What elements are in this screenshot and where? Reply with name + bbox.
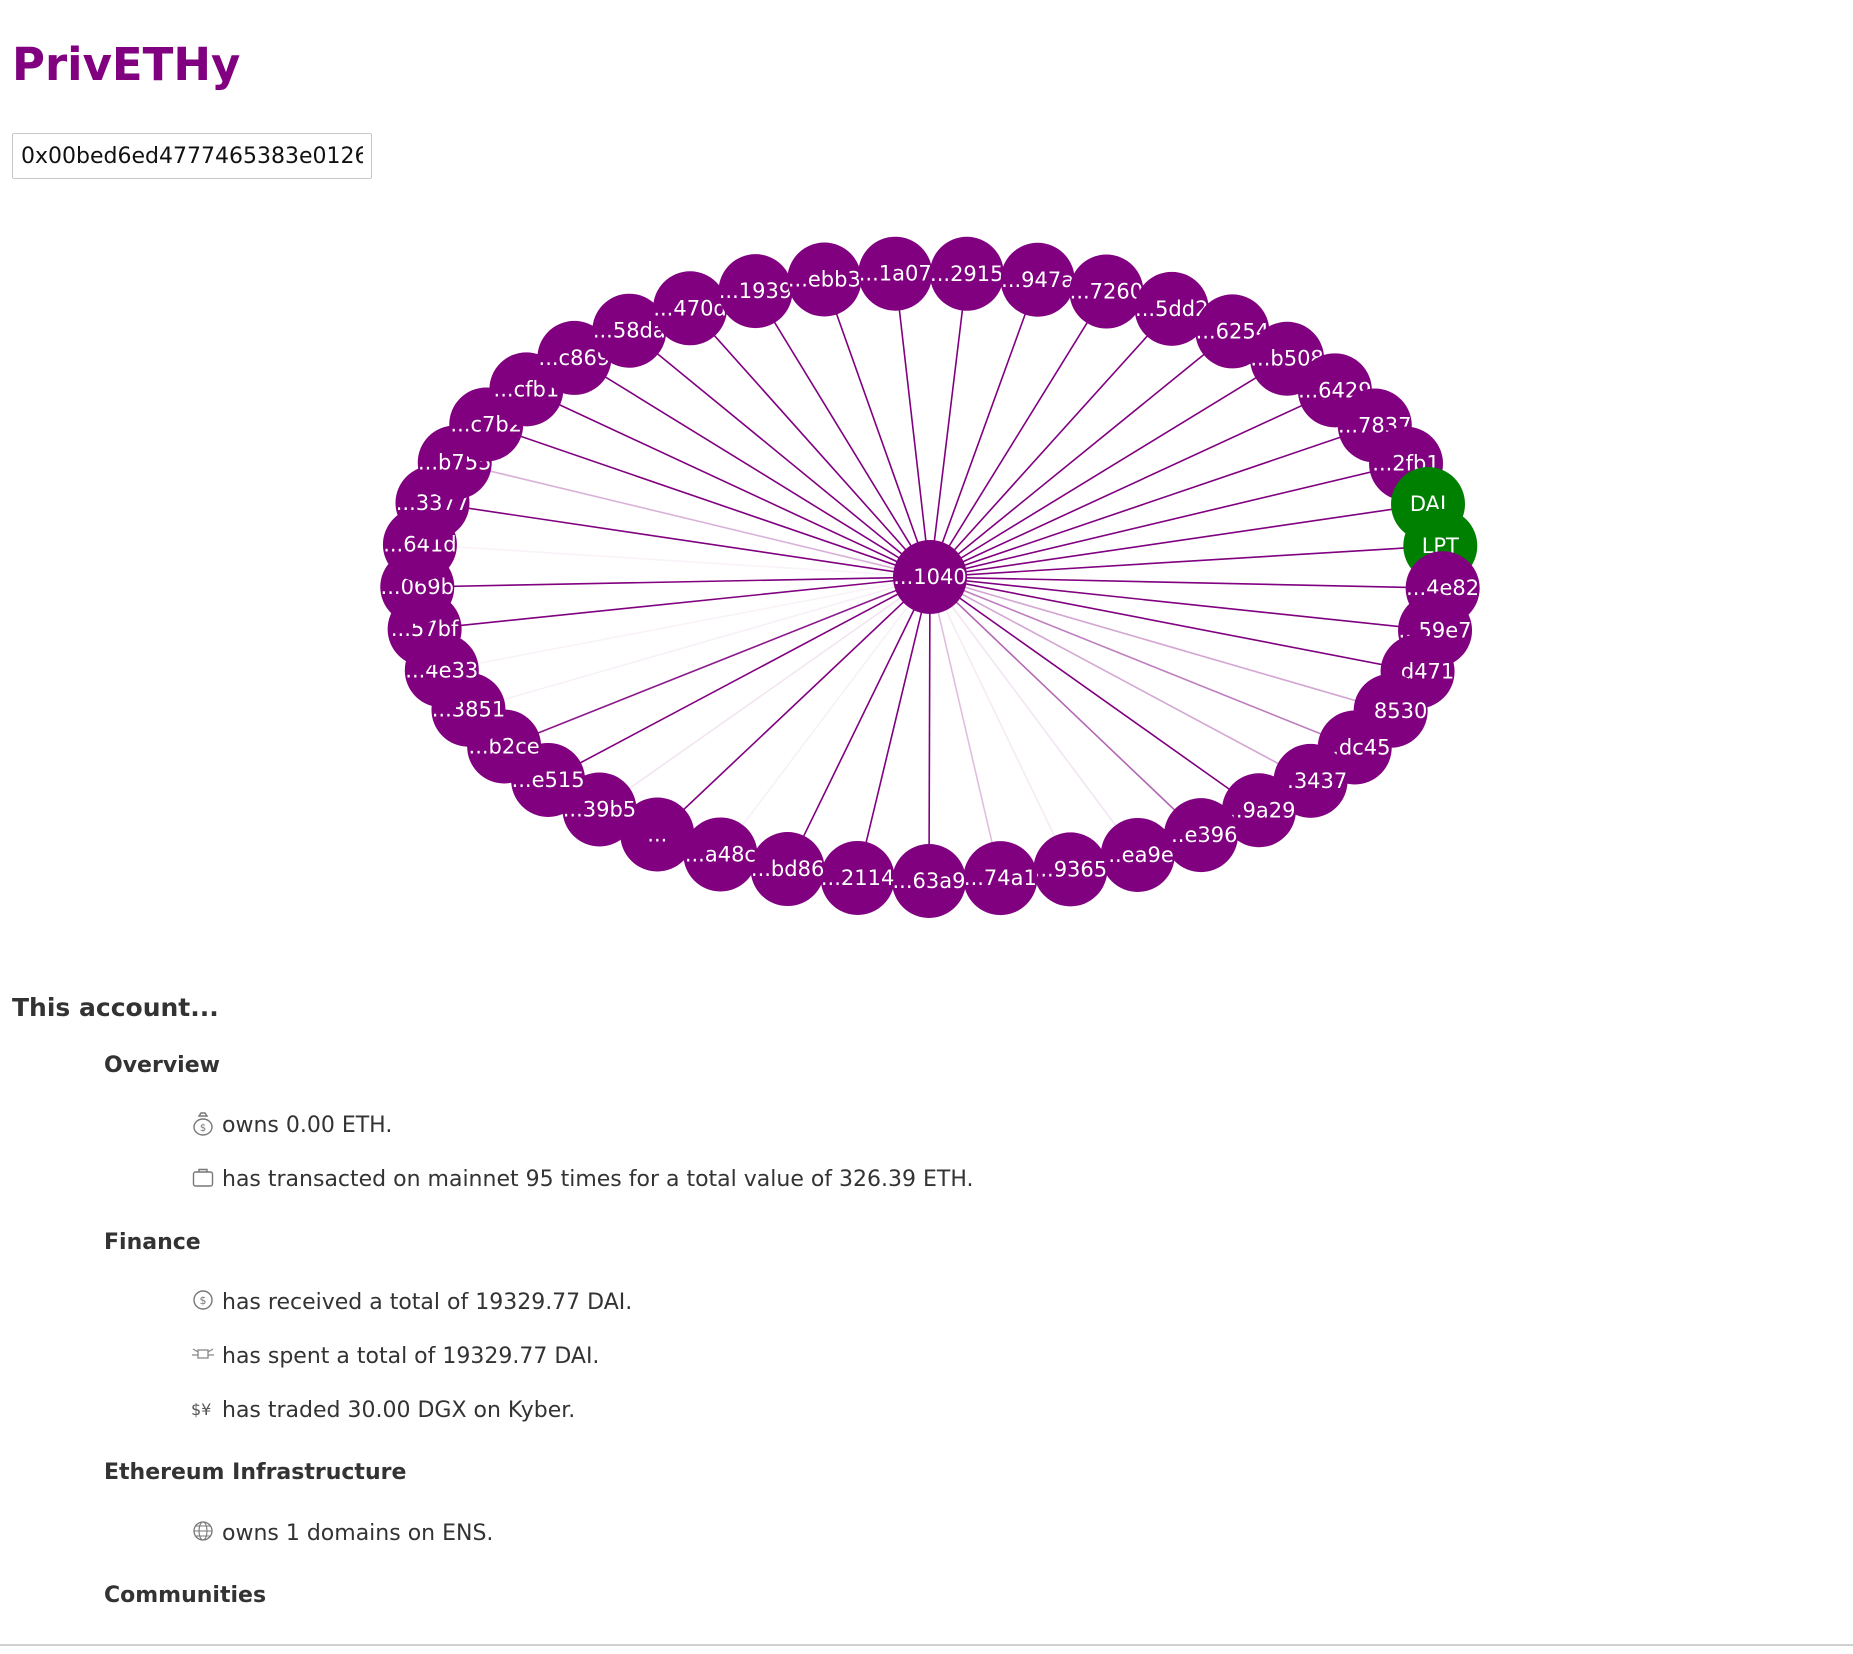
node-label: ...e396: [1164, 823, 1237, 847]
svg-text:$¥: $¥: [191, 1400, 211, 1419]
fact-mainnet-transactions: has transacted on mainnet 95 times for a…: [190, 1166, 974, 1192]
graph-edge: [929, 330, 1233, 578]
fact-dai-received: $ has received a total of 19329.77 DAI.: [190, 1289, 632, 1315]
node-label: ...947a: [1001, 268, 1074, 292]
account-node[interactable]: ...bd86: [750, 832, 825, 907]
node-label: ...1939: [719, 279, 792, 303]
account-node[interactable]: ...1939: [718, 254, 793, 329]
node-label: ...2915: [930, 262, 1003, 286]
graph-edge: [929, 576, 1436, 632]
node-label: ...a48c: [685, 842, 756, 866]
graph-edge: [929, 308, 1173, 578]
graph-edge: [929, 576, 1260, 811]
graph-edge: [573, 357, 931, 578]
graph-edge: [547, 576, 931, 781]
graph-edge: [929, 576, 1002, 879]
graph-edge: [441, 576, 931, 672]
account-node[interactable]: ...e396: [1163, 798, 1238, 873]
graph-edge: [929, 358, 1288, 578]
node-label: ...7260: [1070, 280, 1143, 304]
globe-icon: [190, 1520, 216, 1546]
account-node[interactable]: ...7260: [1069, 254, 1144, 329]
fact-ens-domains: owns 1 domains on ENS.: [190, 1520, 493, 1546]
fact-text: owns 1 domains on ENS.: [222, 1520, 494, 1546]
category-communities: Communities: [104, 1583, 267, 1608]
graph-edge: [929, 576, 1311, 782]
node-label: ...2114: [821, 866, 894, 890]
privethy-page: PrivETHy ...2915...947a...7260...5dd2...…: [0, 0, 1853, 1654]
graph-edge: [419, 543, 931, 578]
fact-text: has transacted on mainnet 95 times for a…: [222, 1166, 974, 1192]
coin-receive-icon: $: [190, 1289, 216, 1315]
category-overview: Overview: [104, 1053, 220, 1078]
graph-edge: [485, 423, 931, 578]
node-label: ...470d: [653, 296, 726, 320]
graph-edge: [786, 576, 931, 870]
summary-heading: This account...: [12, 993, 219, 1022]
account-node[interactable]: ...1a07: [858, 236, 933, 311]
graph-edge: [754, 290, 931, 578]
fact-eth-balance: $ owns 0.00 ETH.: [190, 1112, 392, 1138]
account-node[interactable]: ...ea9e: [1100, 817, 1175, 892]
graph-edge: [526, 388, 931, 578]
node-label: ...9365: [1034, 857, 1107, 881]
node-label: ...ebb3: [788, 268, 861, 292]
graph-edge: [689, 307, 931, 578]
graph-edge: [454, 461, 931, 578]
currency-exchange-icon: $¥: [190, 1397, 216, 1423]
account-node[interactable]: ...63a9: [891, 843, 966, 918]
account-node[interactable]: ...ebb3: [787, 242, 862, 317]
graph-edge: [894, 273, 931, 578]
fact-dai-spent: has spent a total of 19329.77 DAI.: [190, 1343, 599, 1369]
fact-dgx-traded: $¥ has traded 30.00 DGX on Kyber.: [190, 1397, 575, 1423]
transaction-graph[interactable]: ...2915...947a...7260...5dd2...6254...b5…: [0, 0, 1853, 960]
fact-text: owns 0.00 ETH.: [222, 1112, 393, 1138]
node-label: ...bd86: [751, 857, 824, 881]
money-bag-icon: $: [190, 1112, 216, 1138]
account-node[interactable]: ...74a1: [963, 841, 1038, 916]
graph-edge: [432, 502, 931, 578]
category-ethereum-infrastructure: Ethereum Infrastructure: [104, 1460, 407, 1485]
graph-edge: [929, 273, 968, 578]
account-node[interactable]: ...a48c: [683, 817, 758, 892]
account-node[interactable]: ...9365: [1033, 832, 1108, 907]
fact-text: has received a total of 19329.77 DAI.: [222, 1289, 633, 1315]
center-node[interactable]: ...1040: [893, 540, 967, 614]
graph-edge: [929, 389, 1336, 578]
graph-edge: [599, 576, 931, 811]
graph-edge: [823, 279, 931, 578]
svg-text:$: $: [200, 1294, 207, 1307]
account-node[interactable]: ...947a: [1000, 242, 1075, 317]
svg-text:$: $: [200, 1123, 206, 1134]
graph-edge: [929, 576, 1418, 673]
fact-text: has spent a total of 19329.77 DAI.: [222, 1343, 600, 1369]
account-node[interactable]: ...470d: [653, 271, 728, 346]
node-label: ...5dd2: [1135, 297, 1208, 321]
fact-text: has traded 30.00 DGX on Kyber.: [222, 1397, 576, 1423]
account-node[interactable]: ...2114: [820, 840, 895, 915]
graph-edge: [856, 576, 931, 879]
bottom-divider: [0, 1644, 1853, 1646]
node-label: ...58da: [593, 319, 666, 343]
node-label: ...1a07: [859, 262, 932, 286]
graph-edge: [929, 503, 1429, 578]
node-label: ...: [647, 822, 667, 846]
graph-edge: [929, 576, 1072, 870]
money-wings-icon: [190, 1343, 216, 1369]
category-finance: Finance: [104, 1230, 201, 1255]
node-label: ...63a9: [892, 869, 965, 893]
account-node[interactable]: ...2915: [929, 236, 1004, 311]
node-label: ...ea9e: [1102, 843, 1174, 867]
briefcase-icon: [190, 1166, 216, 1192]
graph-edge: [929, 576, 1443, 590]
node-label: ...74a1: [964, 866, 1037, 890]
graph-edge: [928, 576, 931, 882]
center-node-label: ...1040: [893, 565, 966, 589]
graph-edge: [929, 462, 1407, 578]
